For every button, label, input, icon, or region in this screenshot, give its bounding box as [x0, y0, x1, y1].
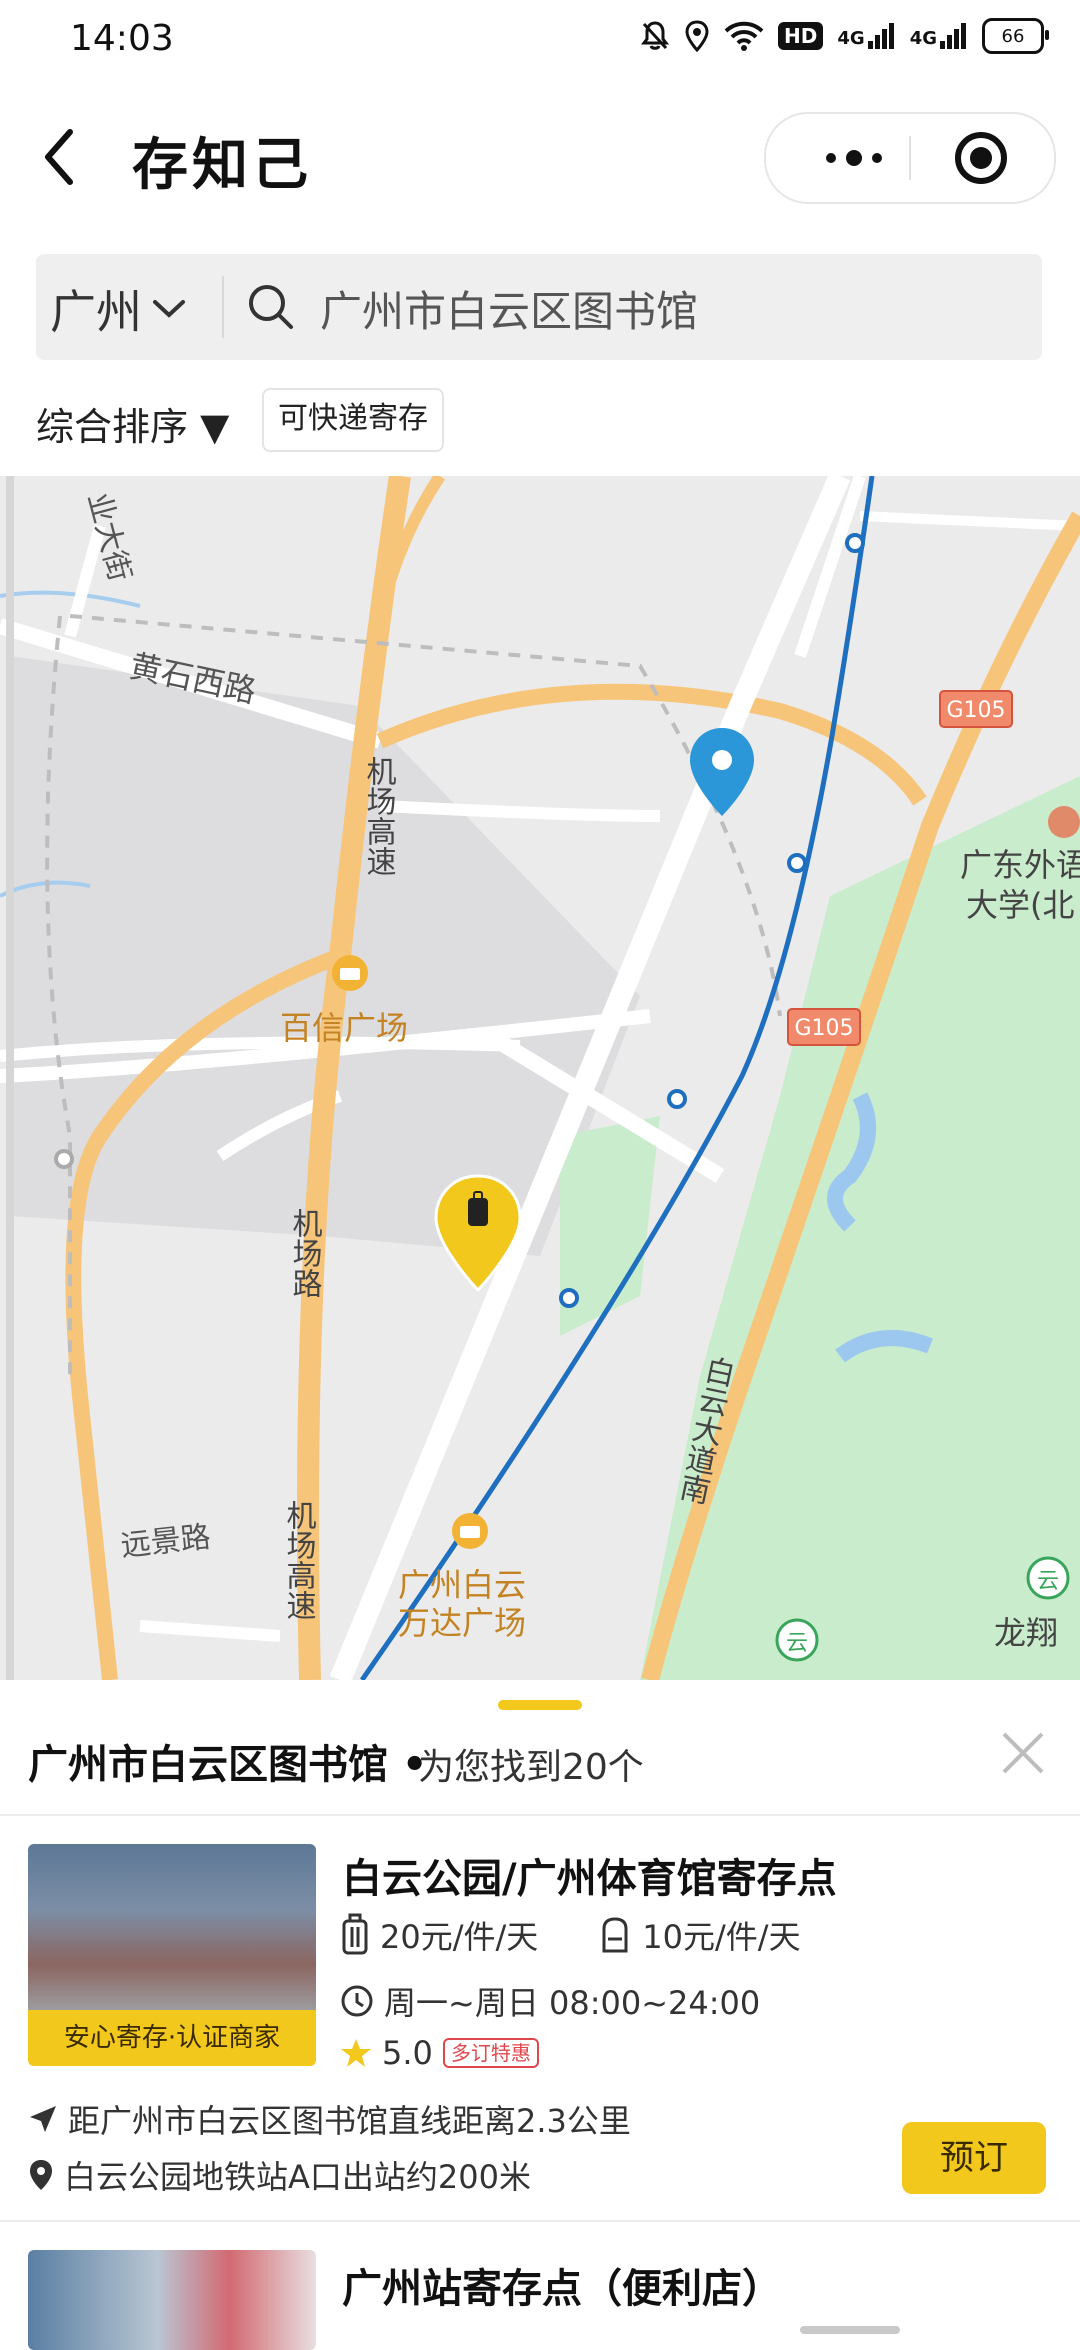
page-title: 存知己	[132, 133, 312, 198]
mute-bell-icon	[640, 20, 670, 52]
map-label: 大学(北	[966, 886, 1075, 924]
close-miniprogram-button[interactable]	[954, 131, 1008, 185]
signal-bars-icon	[940, 23, 966, 49]
express-storage-chip[interactable]: 可快递寄存	[262, 388, 444, 452]
status-icons: HD 4G 4G 66	[640, 18, 1049, 54]
map-view[interactable]: G105 G105 业大街 黄石西路 机场高速 机场路 机场高速 远景路 白云大…	[0, 476, 1080, 1680]
poi-park-1: 云	[1026, 1556, 1070, 1600]
star-icon	[341, 2039, 371, 2067]
location-icon	[684, 20, 710, 52]
svg-text:云: 云	[786, 1631, 808, 1656]
rating-value: 5.0	[382, 2034, 433, 2072]
price-row: 20元/件/天 10元/件/天	[340, 1912, 801, 1958]
backpack-icon	[602, 1917, 628, 1953]
clock-icon	[341, 1985, 373, 2017]
city-selector[interactable]: 广州	[50, 276, 186, 342]
navigation-arrow-icon	[30, 2106, 56, 2132]
location-pin-icon	[30, 2160, 52, 2190]
more-button[interactable]	[806, 144, 902, 172]
address-text: 白云公园地铁站A口出站约200米	[64, 2158, 531, 2196]
map-label-g105: G105	[794, 1016, 853, 1041]
dot	[826, 153, 836, 163]
battery-level: 66	[1001, 25, 1025, 47]
open-hours: 周一~周日 08:00~24:00	[384, 1984, 761, 2022]
address-row: 白云公园地铁站A口出站约200米	[28, 2152, 531, 2198]
price-luggage: 20元/件/天	[380, 1918, 539, 1956]
poi-park-2: 云	[775, 1618, 819, 1662]
map-label: 万达广场	[398, 1604, 526, 1642]
hd-badge: HD	[778, 22, 824, 50]
price-bag: 10元/件/天	[642, 1918, 801, 1956]
map-label: 机场高速	[361, 756, 397, 876]
status-time: 14:03	[70, 18, 174, 59]
city-label: 广州	[50, 285, 142, 339]
mini-program-capsule	[764, 112, 1056, 204]
target-icon	[955, 132, 1007, 184]
rating-row: 5.0 多订特惠	[340, 2034, 539, 2072]
signal-4g-2: 4G	[910, 23, 968, 49]
luggage-icon	[342, 1913, 368, 1955]
close-icon	[1002, 1732, 1044, 1774]
map-label: 广东外语	[960, 846, 1080, 884]
signal-label: 4G	[837, 28, 865, 49]
g105-shield-2: G105	[787, 1008, 861, 1046]
promo-tag: 多订特惠	[442, 2038, 539, 2068]
store-name[interactable]: 白云公园/广州体育馆寄存点	[342, 1846, 837, 1904]
map-label: 机场路	[287, 1208, 323, 1298]
divider	[0, 1814, 1080, 1816]
signal-label: 4G	[909, 28, 937, 49]
scroll-indicator	[800, 2326, 900, 2334]
search-bar: 广州	[36, 254, 1042, 360]
capsule-divider	[909, 136, 911, 180]
store-photo[interactable]	[28, 2250, 316, 2350]
sort-dropdown[interactable]: 综合排序 ▼	[36, 396, 229, 451]
close-button[interactable]	[996, 1726, 1050, 1780]
back-button[interactable]	[40, 122, 80, 192]
divider	[0, 2220, 1080, 2222]
wifi-icon	[724, 21, 764, 51]
back-icon	[45, 129, 73, 185]
distance-row: 距广州市白云区图书馆直线距离2.3公里	[28, 2096, 631, 2142]
g105-shield-1: G105	[939, 690, 1013, 728]
map-label-g105: G105	[946, 698, 1005, 723]
result-location-text: 广州市白云区图书馆	[28, 1742, 388, 1788]
search-input[interactable]	[318, 270, 1022, 346]
map-label: 百信广场	[280, 1009, 408, 1047]
signal-bars-icon	[867, 23, 894, 49]
map-label: 龙翔	[994, 1614, 1058, 1652]
result-location: 广州市白云区图书馆 •	[28, 1742, 428, 1788]
signal-4g-1: 4G	[837, 23, 895, 49]
book-button[interactable]: 预订	[902, 2122, 1046, 2194]
hours-row: 周一~周日 08:00~24:00	[340, 1978, 760, 2024]
status-bar: 14:03 HD 4G 4G 66	[0, 0, 1080, 80]
dot	[846, 150, 862, 166]
map-label: 机场高速	[281, 1500, 317, 1620]
dot	[872, 153, 882, 163]
distance-text: 距广州市白云区图书馆直线距离2.3公里	[68, 2102, 631, 2140]
search-icon	[246, 282, 296, 336]
battery-icon: 66	[982, 18, 1049, 54]
map-label: 广州白云	[398, 1566, 526, 1604]
search-divider	[222, 276, 224, 338]
store-name[interactable]: 广州站寄存点（便利店）	[342, 2256, 782, 2314]
certified-badge: 安心寄存·认证商家	[28, 2010, 316, 2066]
sheet-drag-handle[interactable]	[498, 1700, 582, 1710]
chevron-down-icon	[153, 300, 185, 318]
result-count: 为您找到20个	[418, 1747, 644, 1788]
svg-text:云: 云	[1037, 1569, 1059, 1594]
